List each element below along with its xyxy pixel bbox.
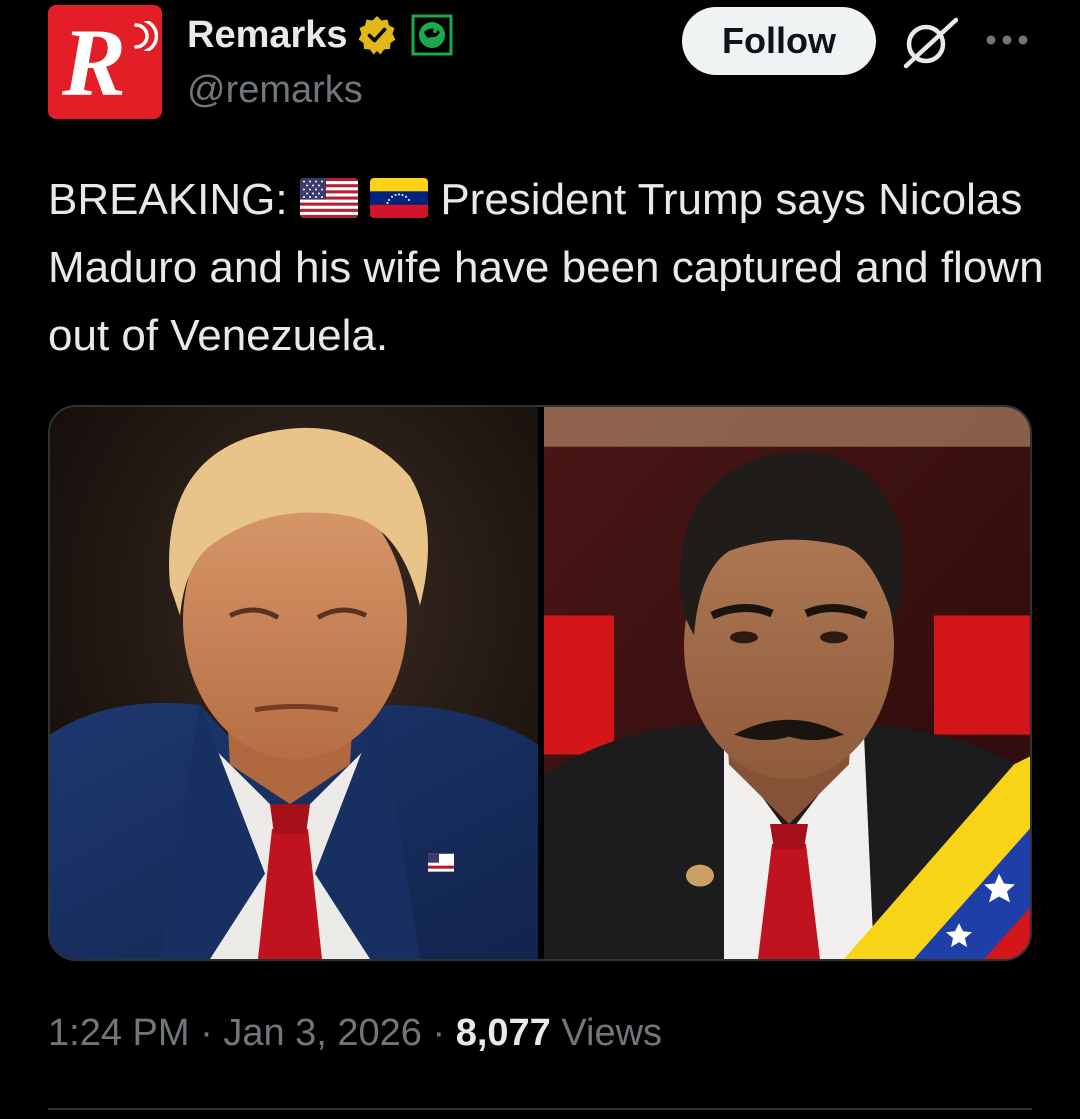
affiliate-badge-icon[interactable] bbox=[410, 13, 454, 57]
tweet-meta: 1:24 PM · Jan 3, 2026 · 8,077 Views bbox=[48, 1008, 662, 1058]
venezuela-flag-icon bbox=[370, 178, 429, 219]
tweet-prefix: BREAKING: bbox=[48, 175, 288, 224]
avatar-logo-letter: R bbox=[62, 9, 126, 116]
display-name[interactable]: Remarks bbox=[187, 10, 348, 60]
grok-icon[interactable] bbox=[898, 16, 958, 70]
account-handle[interactable]: @remarks bbox=[187, 66, 363, 114]
us-flag-icon bbox=[299, 178, 358, 219]
views-label: Views bbox=[561, 1012, 663, 1054]
signal-waves-icon bbox=[134, 21, 158, 51]
tweet-date[interactable]: Jan 3, 2026 bbox=[223, 1012, 422, 1054]
verified-badge-icon bbox=[358, 16, 396, 55]
maduro-portrait-image[interactable] bbox=[544, 407, 1032, 959]
divider bbox=[48, 1108, 1032, 1110]
more-icon[interactable] bbox=[985, 30, 1029, 50]
follow-button[interactable]: Follow bbox=[682, 7, 876, 75]
views-count: 8,077 bbox=[455, 1012, 551, 1054]
meta-separator: · bbox=[200, 1012, 213, 1054]
tweet-time[interactable]: 1:24 PM bbox=[48, 1012, 190, 1054]
account-name-row[interactable]: Remarks bbox=[187, 10, 454, 60]
trump-portrait-image[interactable] bbox=[50, 407, 538, 959]
tweet-text-line1: President Trump says bbox=[440, 175, 866, 224]
tweet-text: BREAKING: President Trump says Nicolas M… bbox=[48, 166, 1048, 370]
account-avatar[interactable]: R bbox=[48, 5, 162, 119]
meta-separator: · bbox=[432, 1012, 446, 1054]
tweet-media[interactable] bbox=[48, 405, 1032, 961]
